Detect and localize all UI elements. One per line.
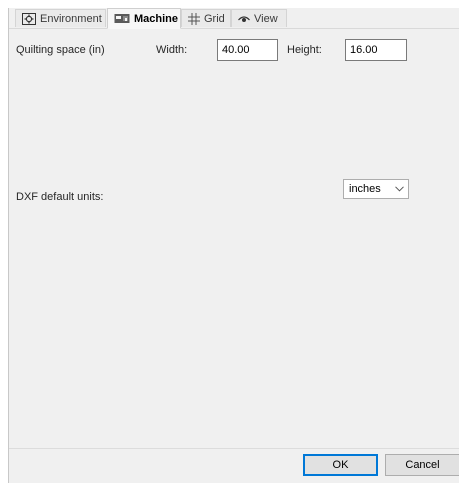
- width-field[interactable]: 40.00: [217, 39, 278, 61]
- height-label: Height:: [287, 44, 322, 56]
- tab-label: Machine: [134, 12, 179, 25]
- chevron-down-icon: [395, 183, 404, 195]
- tab-label: Environment: [40, 12, 102, 25]
- height-field[interactable]: 16.00: [345, 39, 407, 61]
- eye-icon: [238, 15, 250, 23]
- dxf-units-select[interactable]: inches: [343, 179, 409, 199]
- cancel-button[interactable]: Cancel: [385, 454, 459, 476]
- preferences-dialog: Environment Machine Grid View Quilting s…: [8, 8, 459, 483]
- tab-environment[interactable]: Environment: [15, 9, 106, 27]
- tab-label: View: [254, 12, 278, 25]
- tab-view[interactable]: View: [231, 9, 287, 27]
- tab-machine[interactable]: Machine: [107, 8, 181, 29]
- quilting-space-label: Quilting space (in): [16, 44, 105, 56]
- tab-strip: Environment Machine Grid View: [9, 8, 459, 29]
- width-label: Width:: [156, 44, 188, 56]
- dxf-units-value: inches: [349, 183, 381, 195]
- ok-button[interactable]: OK: [303, 454, 378, 476]
- footer-divider: [9, 448, 459, 449]
- grid-icon: [188, 12, 200, 25]
- tab-grid[interactable]: Grid: [181, 9, 231, 27]
- gear-icon: [22, 12, 36, 25]
- machine-icon: [114, 13, 130, 24]
- dxf-units-label: DXF default units:: [16, 191, 104, 203]
- tab-label: Grid: [204, 12, 225, 25]
